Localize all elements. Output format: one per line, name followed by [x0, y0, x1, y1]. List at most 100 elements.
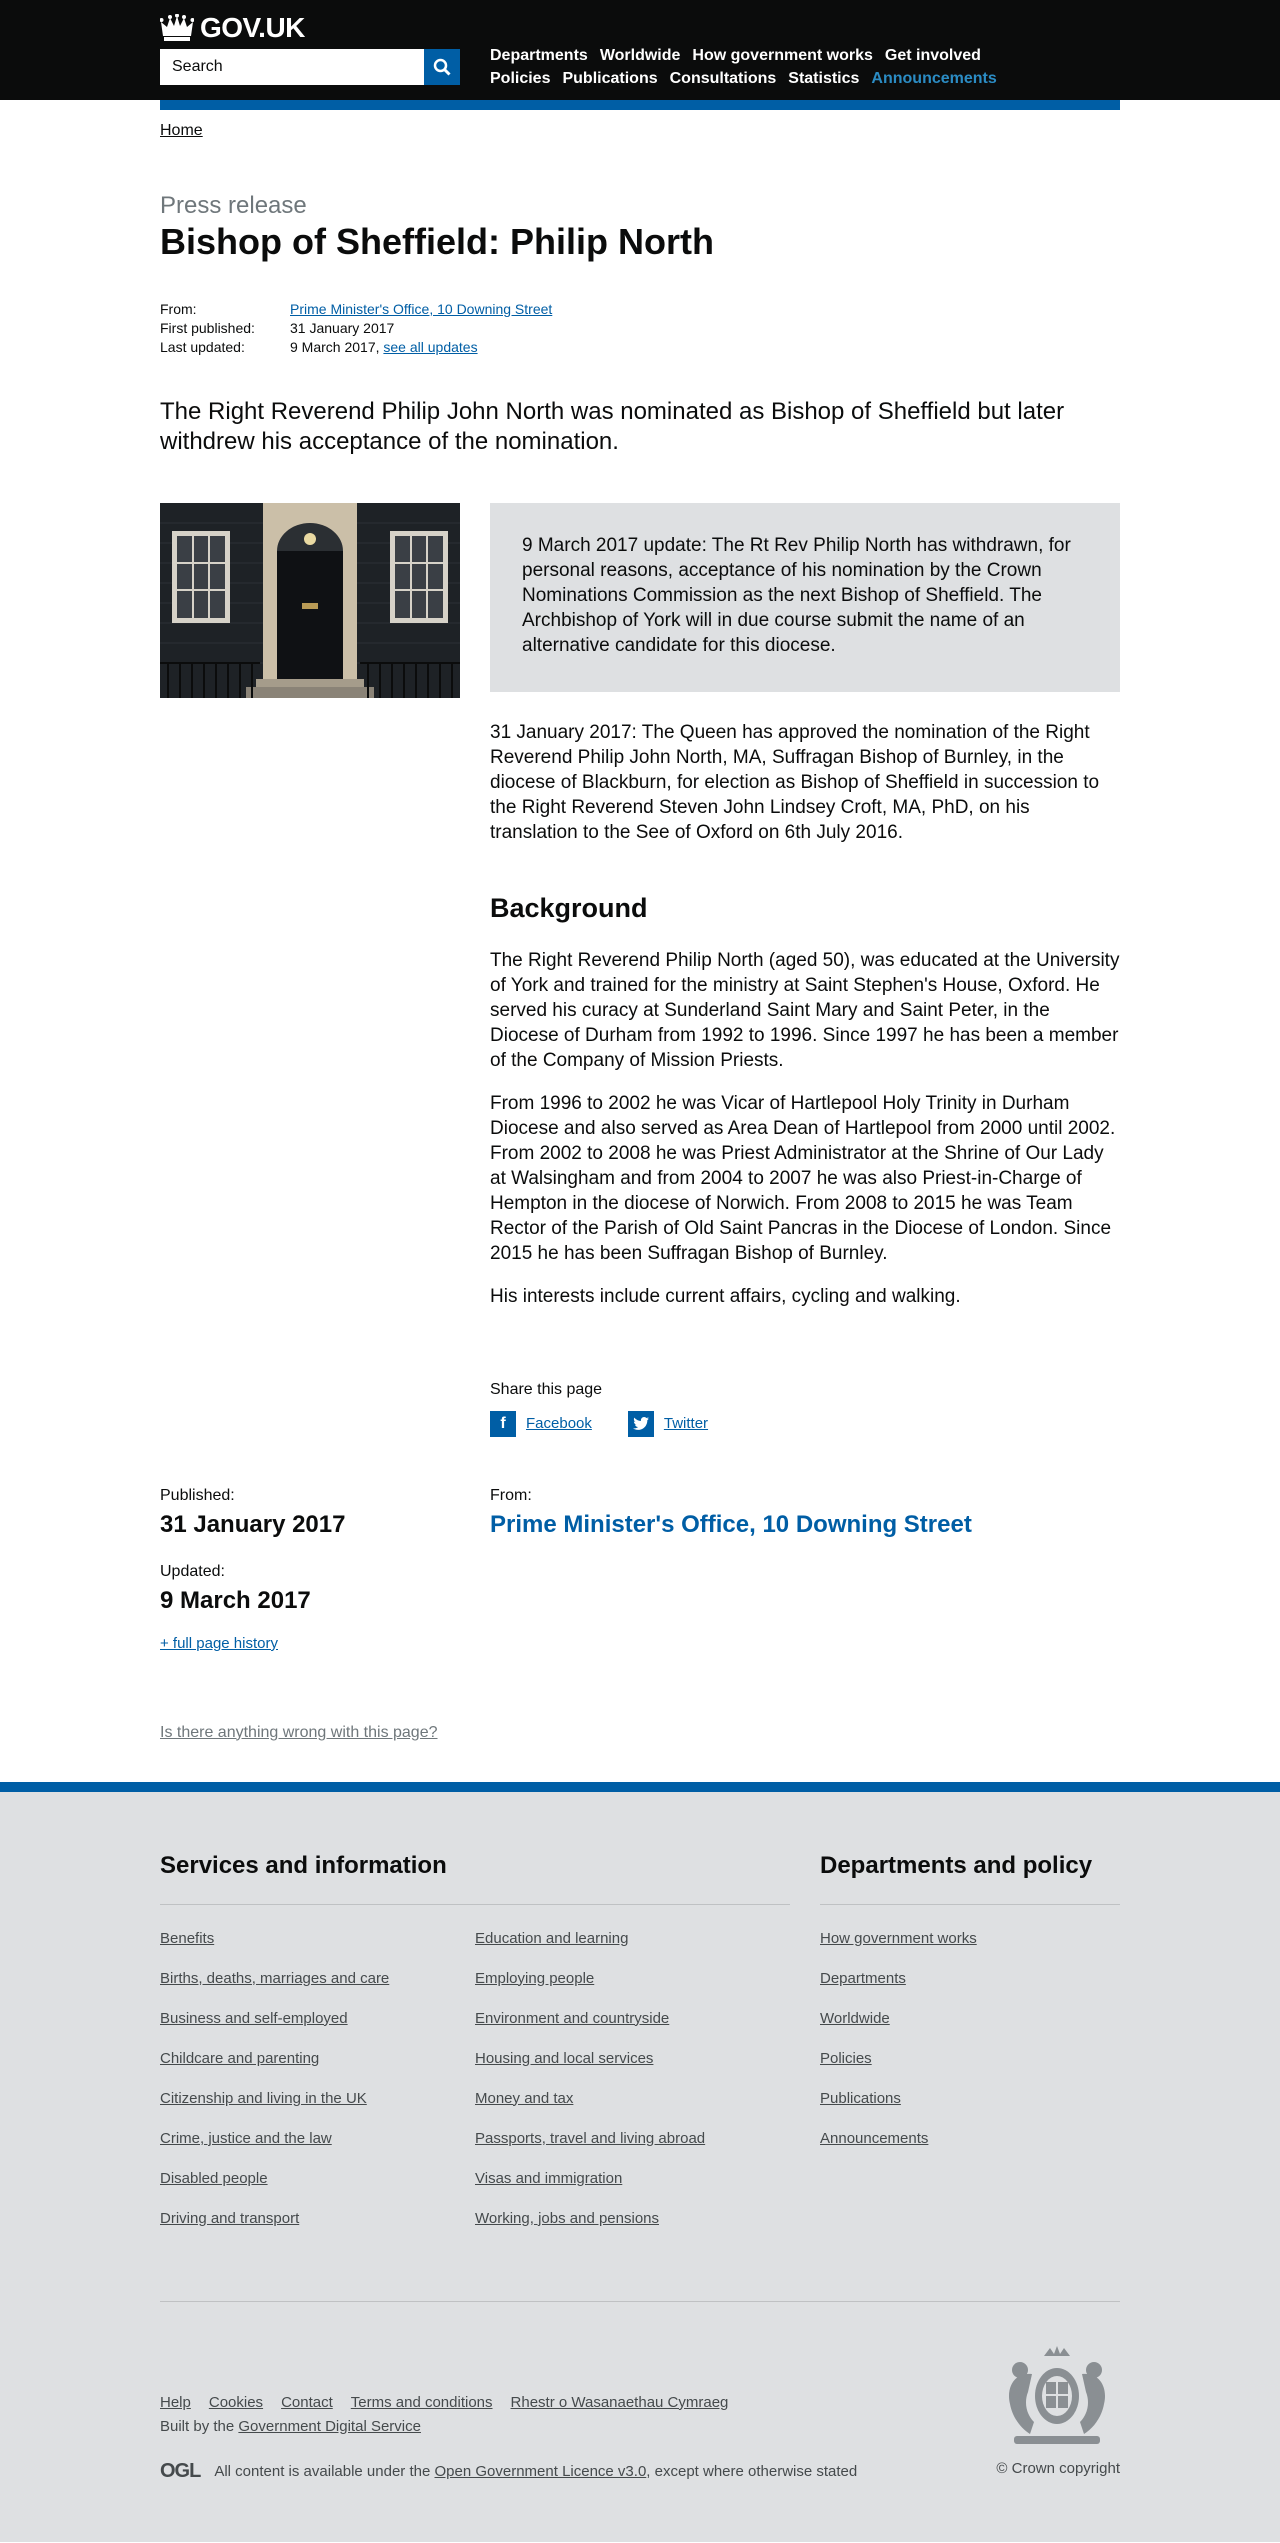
- share-facebook-link[interactable]: f Facebook: [490, 1410, 592, 1437]
- share-facebook-label: Facebook: [526, 1415, 592, 1433]
- door-illustration: [160, 502, 460, 698]
- footer-link[interactable]: Announcements: [820, 2130, 928, 2147]
- body-paragraph-3: From 1996 to 2002 he was Vicar of Hartle…: [490, 1092, 1116, 1264]
- departments-list: How government works Departments Worldwi…: [820, 1929, 1120, 2169]
- footer-link[interactable]: Money and tax: [475, 2090, 573, 2107]
- main-content: Home Press release Bishop of Sheffield: …: [160, 110, 1120, 1742]
- footer-link[interactable]: Publications: [820, 2090, 901, 2107]
- document-type: Press release: [160, 192, 307, 219]
- footer-services: Services and information Benefits Births…: [160, 1852, 790, 2249]
- licence: OGL All content is available under the O…: [160, 2460, 857, 2483]
- footer-link[interactable]: Citizenship and living in the UK: [160, 2090, 367, 2107]
- search-input[interactable]: [160, 49, 424, 85]
- nav-worldwide[interactable]: Worldwide: [600, 44, 681, 67]
- body-text: 9 March 2017 update: The Rt Rev Philip N…: [490, 502, 1120, 1437]
- meta-from-label: From:: [160, 300, 197, 317]
- footer-link[interactable]: Passports, travel and living abroad: [475, 2130, 705, 2147]
- breadcrumb: Home: [160, 110, 1120, 140]
- footer-link[interactable]: Business and self-employed: [160, 2010, 348, 2027]
- licence-link[interactable]: Open Government Licence v3.0: [435, 2463, 647, 2480]
- full-page-history-link[interactable]: + full page history: [160, 1635, 278, 1652]
- search-form: [160, 49, 460, 85]
- from-label: From:: [490, 1486, 532, 1504]
- footer-cookies-link[interactable]: Cookies: [209, 2394, 263, 2411]
- content-area: 9 March 2017 update: The Rt Rev Philip N…: [160, 502, 1120, 1437]
- body-paragraph-2: The Right Reverend Philip North (aged 50…: [490, 949, 1120, 1071]
- footer-departments: Departments and policy How government wo…: [820, 1852, 1120, 2249]
- nav-departments[interactable]: Departments: [490, 44, 588, 67]
- meta-first-published-value: 31 January 2017: [290, 319, 395, 336]
- footer-link[interactable]: Childcare and parenting: [160, 2050, 319, 2067]
- footer-link[interactable]: Births, deaths, marriages and care: [160, 1970, 389, 1987]
- govuk-logo[interactable]: GOV.UK: [160, 12, 305, 44]
- nav-policies[interactable]: Policies: [490, 67, 550, 90]
- main-nav: Departments Worldwide How government works…: [490, 44, 1010, 90]
- footer-link[interactable]: Education and learning: [475, 1930, 628, 1947]
- footer-link[interactable]: Environment and countryside: [475, 2010, 669, 2027]
- services-list-1: Benefits Births, deaths, marriages and c…: [160, 1929, 475, 2249]
- lead-paragraph: The Right Reverend Philip John North was…: [160, 397, 1065, 455]
- see-all-updates-link[interactable]: see all updates: [383, 338, 477, 357]
- metadata: From: Prime Minister's Office, 10 Downing…: [160, 300, 1120, 357]
- footer-link[interactable]: Crime, justice and the law: [160, 2130, 332, 2147]
- meta-from-link[interactable]: Prime Minister's Office, 10 Downing Stre…: [290, 300, 552, 319]
- footer-link[interactable]: Driving and transport: [160, 2210, 299, 2227]
- footer-link[interactable]: Visas and immigration: [475, 2170, 622, 2187]
- footer-link[interactable]: Housing and local services: [475, 2050, 653, 2067]
- footer-link[interactable]: Departments: [820, 1970, 906, 1987]
- royal-crest-icon: [994, 2344, 1120, 2453]
- breadcrumb-home-link[interactable]: Home: [160, 122, 203, 139]
- nav-how-government-works[interactable]: How government works: [692, 44, 872, 67]
- downing-street-image: [160, 502, 460, 698]
- footer-link[interactable]: Disabled people: [160, 2170, 268, 2187]
- licence-suffix: , except where otherwise stated: [646, 2462, 858, 2480]
- logo-text: GOV.UK: [200, 12, 305, 43]
- meta-last-updated-label: Last updated:: [160, 338, 245, 355]
- departments-heading: Departments and policy: [820, 1852, 1120, 1905]
- from-organisation-link[interactable]: Prime Minister's Office, 10 Downing Stre…: [490, 1511, 972, 1538]
- site-header: GOV.UK Departments Worldwide How governmen…: [0, 0, 1280, 100]
- share-twitter-label: Twitter: [663, 1415, 709, 1433]
- nav-publications[interactable]: Publications: [562, 67, 657, 90]
- facebook-icon: f: [490, 1410, 516, 1437]
- footer-welsh-link[interactable]: Rhestr o Wasanaethau Cymraeg: [511, 2394, 729, 2411]
- share-title: Share this page: [490, 1380, 603, 1398]
- page-title: Bishop of Sheffield: Philip North: [160, 221, 714, 262]
- footer-contact-link[interactable]: Contact: [281, 2394, 333, 2411]
- site-footer: Services and information Benefits Births…: [0, 1781, 1280, 2542]
- meta-first-published-label: First published:: [160, 319, 255, 336]
- nav-get-involved[interactable]: Get involved: [885, 44, 981, 67]
- services-list-2: Education and learning Employing people …: [475, 1929, 790, 2249]
- nav-statistics[interactable]: Statistics: [788, 67, 859, 90]
- footer-link[interactable]: Benefits: [160, 1930, 214, 1947]
- publication-info: Published: 31 January 2017 Updated: 9 Ma…: [160, 1487, 1120, 1652]
- header-blue-bar: [160, 100, 1120, 110]
- nav-consultations[interactable]: Consultations: [670, 67, 777, 90]
- services-heading: Services and information: [160, 1852, 790, 1905]
- updated-date: 9 March 2017: [160, 1586, 311, 1614]
- search-button[interactable]: [424, 49, 460, 85]
- nav-announcements[interactable]: Announcements: [871, 67, 996, 90]
- crown-copyright: © Crown copyright: [996, 2459, 1120, 2477]
- footer-link[interactable]: Worldwide: [820, 2010, 890, 2027]
- crown-icon: [160, 14, 194, 41]
- built-by: Built by the Government Digital Service: [160, 2418, 421, 2435]
- footer-help-link[interactable]: Help: [160, 2394, 191, 2411]
- licence-prefix: All content is available under the: [214, 2462, 431, 2480]
- report-problem-link[interactable]: Is there anything wrong with this page?: [160, 1724, 438, 1741]
- ogl-logo: OGL: [160, 2459, 201, 2482]
- footer-link[interactable]: Working, jobs and pensions: [475, 2210, 659, 2227]
- gds-link[interactable]: Government Digital Service: [238, 2418, 421, 2435]
- footer-link[interactable]: Policies: [820, 2050, 872, 2067]
- footer-link[interactable]: How government works: [820, 1930, 977, 1947]
- meta-last-updated-value: 9 March 2017,: [290, 338, 380, 355]
- update-callout: 9 March 2017 update: The Rt Rev Philip N…: [490, 502, 1120, 692]
- footer-meta-links: Help Cookies Contact Terms and conditions Rh…: [160, 2394, 746, 2411]
- share-twitter-link[interactable]: Twitter: [627, 1410, 709, 1437]
- updated-label: Updated:: [160, 1562, 225, 1580]
- body-paragraph-4: His interests include current affairs, c…: [490, 1285, 961, 1307]
- footer-link[interactable]: Employing people: [475, 1970, 594, 1987]
- footer-terms-link[interactable]: Terms and conditions: [351, 2394, 493, 2411]
- twitter-icon: [627, 1410, 654, 1437]
- body-paragraph-1: 31 January 2017: The Queen has approved …: [490, 721, 1100, 843]
